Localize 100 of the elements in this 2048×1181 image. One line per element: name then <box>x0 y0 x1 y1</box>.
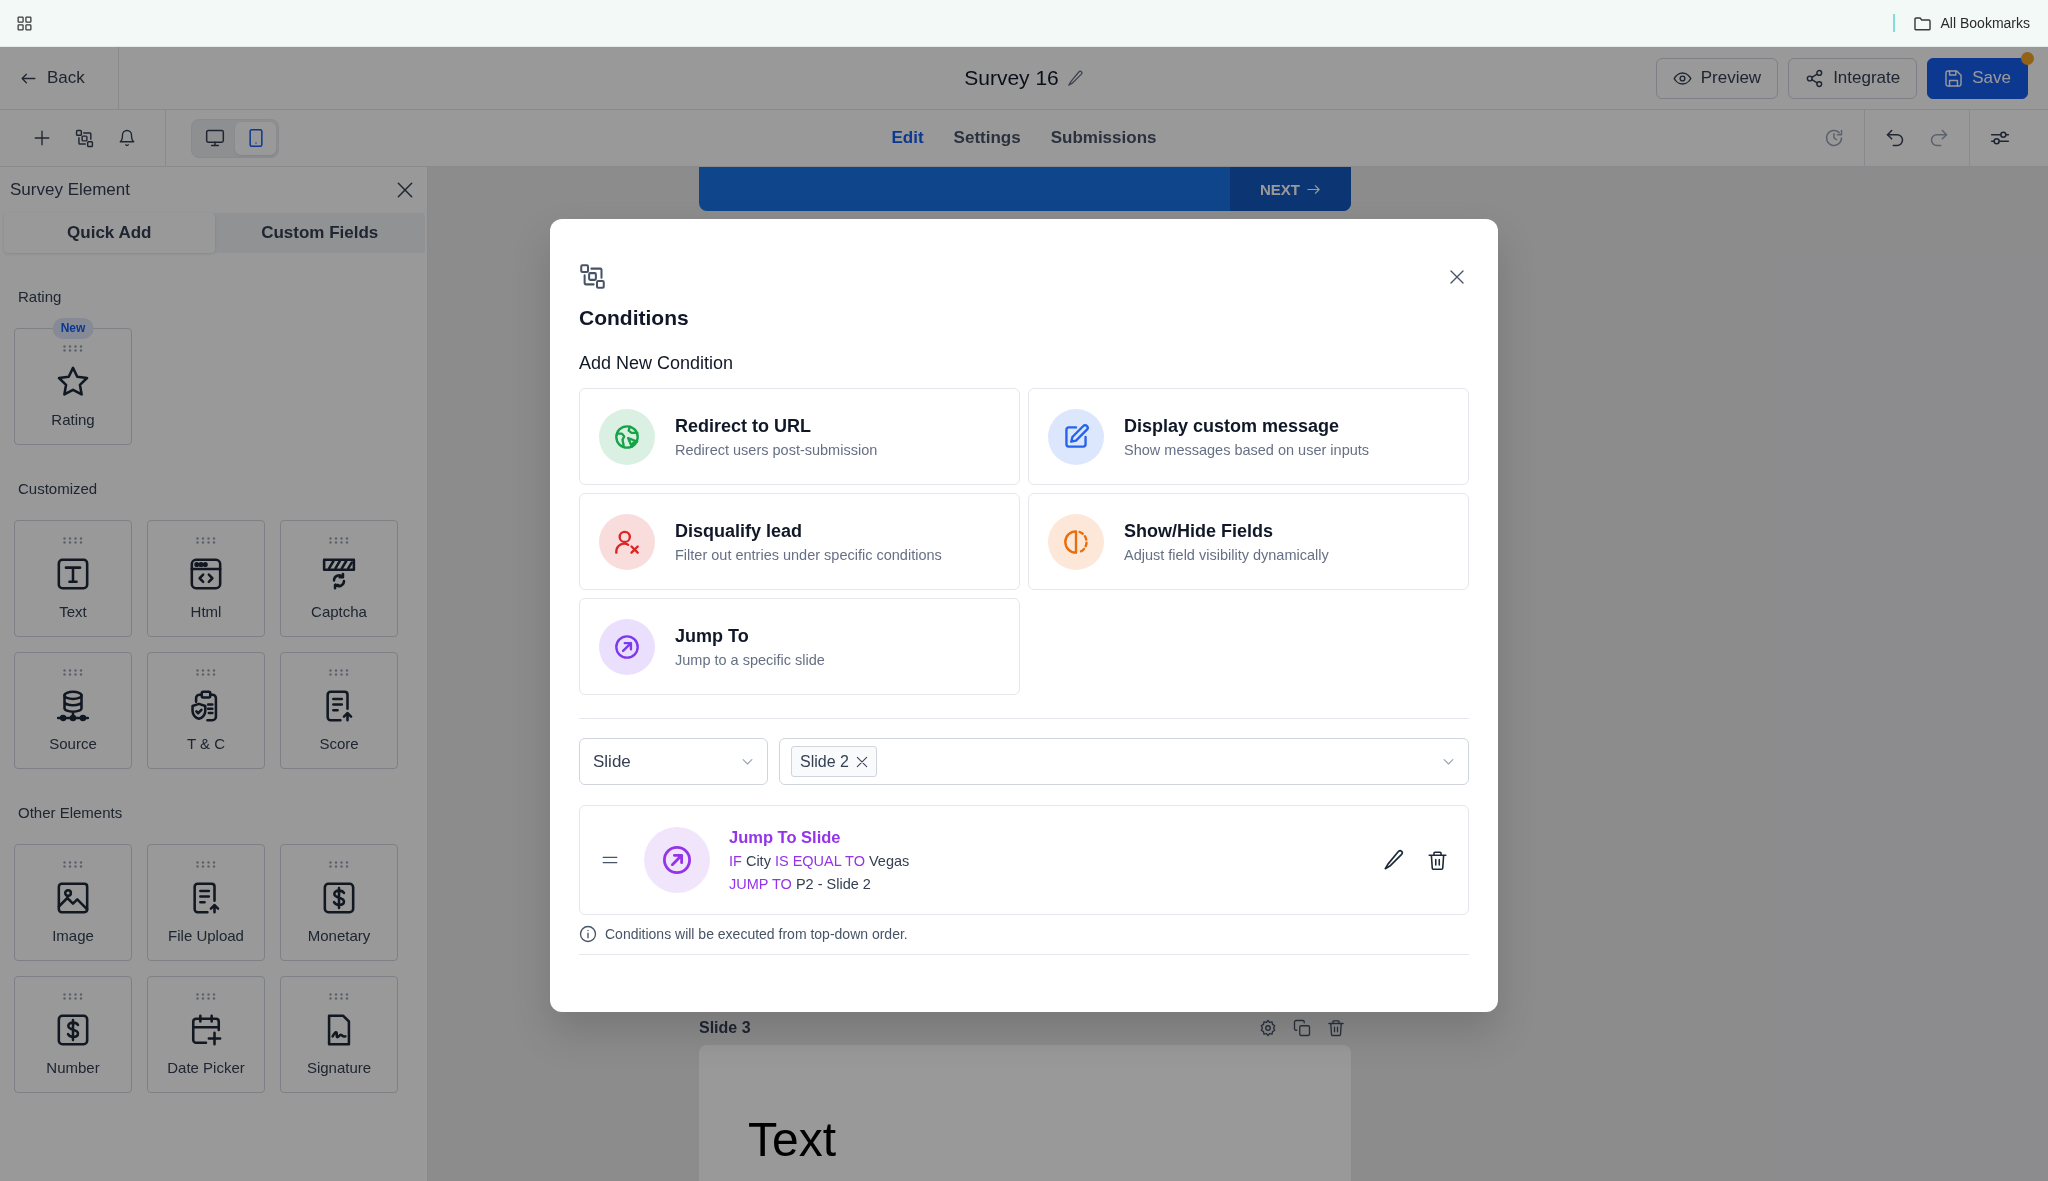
trash-icon[interactable] <box>1427 849 1448 871</box>
bookmarks-folder-link[interactable]: All Bookmarks <box>1912 13 2030 33</box>
condition-title: Jump To Slide <box>729 827 841 848</box>
code-window-icon <box>189 557 223 591</box>
drag-dots-icon[interactable] <box>196 537 216 544</box>
half-circle-icon <box>1048 513 1104 570</box>
slide-select[interactable]: Slide 2 <box>779 738 1469 785</box>
header-button[interactable]: Integrate <box>1788 57 1918 99</box>
condition-option-card[interactable]: Show/Hide Fields Adjust field visibility dynamically <box>1028 493 1469 590</box>
section-label: Other Elements <box>18 803 123 823</box>
drag-dots-icon[interactable] <box>196 669 216 676</box>
option-description: Filter out entries under specific conditions <box>675 545 942 564</box>
element-tile[interactable]: Text <box>14 520 132 637</box>
share-icon <box>1805 68 1825 88</box>
drag-dots-icon[interactable] <box>329 993 349 1000</box>
drag-dots-icon[interactable] <box>329 669 349 676</box>
option-description: Show messages based on user inputs <box>1124 440 1370 459</box>
condition-option-card[interactable]: Disqualify lead Filter out entries under specific conditions <box>579 493 1020 590</box>
survey-title: Survey 16 <box>964 66 1059 90</box>
arrow-circle-icon <box>644 827 710 893</box>
editor-tab[interactable]: Submissions <box>1050 126 1157 150</box>
condition-option-card[interactable]: Display custom message Show messages based on user inputs <box>1028 388 1469 485</box>
monitor-icon <box>204 128 225 148</box>
user-remove-icon <box>599 513 655 570</box>
tag-label: Slide 2 <box>800 752 849 771</box>
option-title: Display custom message <box>1124 414 1340 437</box>
drag-dots-icon[interactable] <box>63 861 83 868</box>
gear-icon[interactable] <box>1259 1019 1277 1037</box>
option-description: Jump to a specific slide <box>675 650 825 669</box>
panel-tab[interactable]: Custom Fields <box>214 213 425 253</box>
flowchart-icon[interactable] <box>75 128 94 148</box>
arrow-circle-icon <box>599 618 655 675</box>
option-title: Disqualify lead <box>675 519 803 542</box>
copy-icon[interactable] <box>1293 1019 1311 1037</box>
globe-cursor-icon <box>599 408 655 465</box>
header-button[interactable]: Preview <box>1655 57 1779 99</box>
save-button[interactable]: Save <box>1927 57 2028 99</box>
element-tile[interactable]: Captcha <box>280 520 398 637</box>
drag-dots-icon[interactable] <box>196 993 216 1000</box>
section-heading: Add New Condition <box>579 352 734 375</box>
flowchart-icon <box>579 263 606 290</box>
drag-dots-icon[interactable] <box>329 861 349 868</box>
element-tile[interactable]: Signature <box>280 976 398 1093</box>
dollar-icon <box>322 881 356 915</box>
option-title: Show/Hide Fields <box>1124 519 1274 542</box>
slide-label: Slide 3 <box>699 1019 751 1037</box>
plus-icon[interactable] <box>33 129 51 147</box>
captcha-icon <box>322 557 356 591</box>
editor-tab[interactable]: Edit <box>891 126 924 150</box>
apps-grid-icon[interactable] <box>16 14 33 32</box>
option-description: Redirect users post-submission <box>675 440 878 459</box>
element-tile[interactable]: Score <box>280 652 398 769</box>
dialog-title: Conditions <box>579 305 689 331</box>
element-tile[interactable]: Monetary <box>280 844 398 961</box>
element-tile[interactable]: File Upload <box>147 844 265 961</box>
next-button[interactable]: NEXT <box>1230 167 1351 211</box>
new-badge: New <box>52 318 94 339</box>
note-text: Conditions will be executed from top-down order. <box>605 925 908 944</box>
panel-title: Survey Element <box>10 180 130 200</box>
element-tile[interactable]: Number <box>14 976 132 1093</box>
element-tile[interactable]: Source <box>14 652 132 769</box>
condition-rule: IF City IS EQUAL TO Vegas <box>729 852 910 871</box>
section-label: Customized <box>18 479 98 499</box>
letter-t-icon <box>56 557 90 591</box>
undo-icon[interactable] <box>1885 128 1905 148</box>
element-tile[interactable]: Html <box>147 520 265 637</box>
image-icon <box>56 881 90 915</box>
editor-tab[interactable]: Settings <box>953 126 1021 150</box>
calendar-plus-icon <box>189 1013 223 1047</box>
element-tile[interactable]: Image <box>14 844 132 961</box>
remove-icon[interactable] <box>854 754 869 769</box>
close-icon[interactable] <box>395 180 415 200</box>
drag-dots-icon[interactable] <box>63 669 83 676</box>
element-tile[interactable]: Date Picker <box>147 976 265 1093</box>
drag-dots-icon[interactable] <box>329 537 349 544</box>
condition-rule: JUMP TO P2 - Slide 2 <box>729 875 871 894</box>
pencil-icon[interactable] <box>1383 849 1405 871</box>
back-button[interactable]: Back <box>0 47 119 109</box>
type-select[interactable]: Slide <box>579 738 768 785</box>
condition-option-card[interactable]: Redirect to URL Redirect users post-submission <box>579 388 1020 485</box>
database-icon <box>56 689 90 723</box>
slide-heading: Text <box>748 1113 837 1166</box>
option-title: Jump To <box>675 624 749 647</box>
option-title: Redirect to URL <box>675 414 811 437</box>
drag-dots-icon[interactable] <box>196 861 216 868</box>
info-icon <box>579 925 597 943</box>
dollar-icon <box>56 1013 90 1047</box>
element-tile[interactable]: T & C <box>147 652 265 769</box>
device-toggle[interactable] <box>235 121 276 155</box>
bell-icon[interactable] <box>118 129 136 147</box>
option-description: Adjust field visibility dynamically <box>1124 545 1329 564</box>
history-icon[interactable] <box>1824 128 1844 148</box>
drag-dots-icon[interactable] <box>63 993 83 1000</box>
condition-option-card[interactable]: Jump To Jump to a specific slide <box>579 598 1020 695</box>
drag-dots-icon[interactable] <box>63 345 83 352</box>
settings-sliders-icon[interactable] <box>1990 128 2010 148</box>
section-label: Rating <box>18 287 62 307</box>
panel-tab[interactable]: Quick Add <box>4 213 215 253</box>
drag-dots-icon[interactable] <box>63 537 83 544</box>
star-icon <box>56 365 90 399</box>
